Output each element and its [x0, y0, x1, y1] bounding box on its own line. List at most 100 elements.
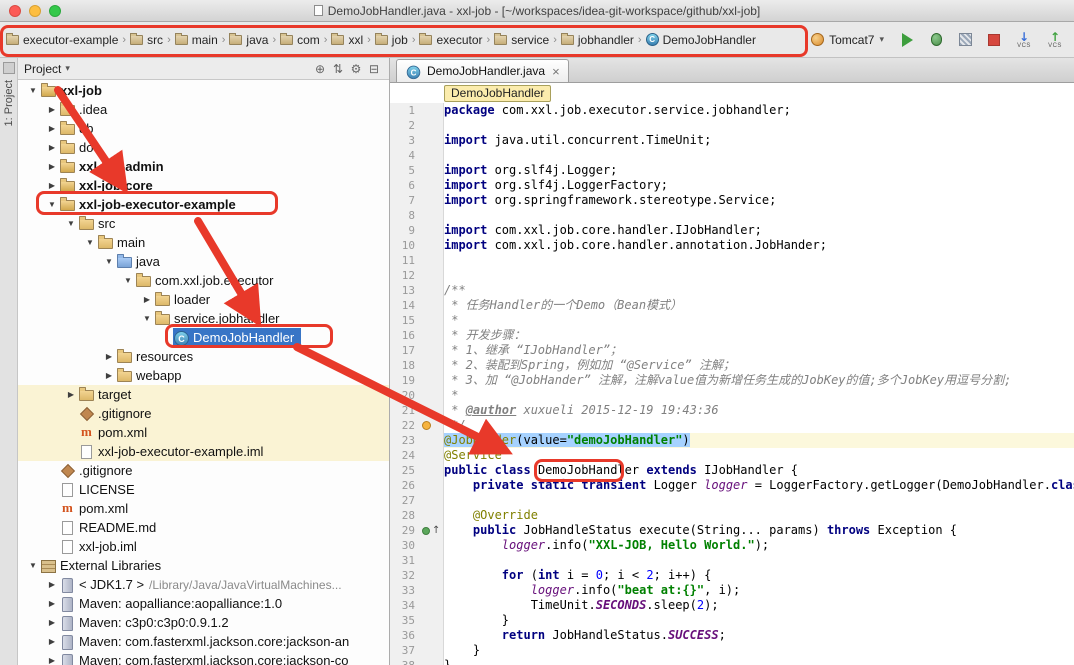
tab-demojobhandler[interactable]: DemoJobHandler.java × [396, 59, 569, 82]
line-number[interactable]: 6 [390, 178, 420, 193]
expand-arrow-icon[interactable]: ▶ [45, 618, 59, 627]
override-arrow-icon[interactable]: ↑ [432, 523, 440, 538]
code-text[interactable]: import org.slf4j.LoggerFactory; [444, 178, 1074, 193]
code-text[interactable] [444, 118, 1074, 133]
tree-item[interactable]: xxl-job.iml [18, 537, 389, 556]
breadcrumb-item[interactable]: main [173, 31, 220, 49]
expand-arrow-icon[interactable]: ▶ [45, 580, 59, 589]
line-number[interactable]: 17 [390, 343, 420, 358]
tree-item[interactable]: .gitignore [18, 404, 389, 423]
tree-item[interactable]: ▶Maven: com.fasterxml.jackson.core:jacks… [18, 651, 389, 665]
expand-arrow-icon[interactable]: ▶ [45, 105, 59, 114]
tree-item[interactable]: xxl-job-executor-example.iml [18, 442, 389, 461]
breadcrumb-item[interactable]: executor-example [4, 31, 120, 49]
expand-arrow-icon[interactable]: ▼ [45, 200, 59, 209]
breadcrumb-item[interactable]: executor [417, 31, 484, 49]
breadcrumb-item[interactable]: job [373, 31, 410, 49]
expand-arrow-icon[interactable]: ▶ [45, 599, 59, 608]
line-number[interactable]: 22 [390, 418, 420, 433]
breadcrumb-item[interactable]: service [492, 31, 551, 49]
code-text[interactable]: import java.util.concurrent.TimeUnit; [444, 133, 1074, 148]
code-text[interactable] [444, 148, 1074, 163]
code-text[interactable] [444, 493, 1074, 508]
code-text[interactable]: * 开发步骤： [444, 328, 1074, 343]
breadcrumb-item[interactable]: src [128, 31, 165, 49]
code-text[interactable]: package com.xxl.job.executor.service.job… [444, 103, 1074, 118]
line-number[interactable]: 25 [390, 463, 420, 478]
project-view-dropdown[interactable]: Project ▾ [24, 62, 70, 76]
collapse-all-icon[interactable]: ⊟ [365, 62, 383, 76]
line-number[interactable]: 21 [390, 403, 420, 418]
tree-item[interactable]: pom.xml [18, 423, 389, 442]
tree-item[interactable]: ▼xxl-job-executor-example [18, 195, 389, 214]
tree-item[interactable]: ▶loader [18, 290, 389, 309]
code-text[interactable]: * 2、装配到Spring，例如加 “@Service” 注解； [444, 358, 1074, 373]
code-text[interactable]: * 1、继承 “IJobHandler”； [444, 343, 1074, 358]
tool-window-icon[interactable] [3, 62, 15, 74]
line-number[interactable]: 16 [390, 328, 420, 343]
line-number[interactable]: 37 [390, 643, 420, 658]
tree-item[interactable]: ▶xxl-job-admin [18, 157, 389, 176]
intention-bulb-icon[interactable] [422, 421, 431, 430]
tree-item[interactable]: LICENSE [18, 480, 389, 499]
line-number[interactable]: 5 [390, 163, 420, 178]
line-number[interactable]: 11 [390, 253, 420, 268]
code-text[interactable]: */ [444, 418, 1074, 433]
code-text[interactable]: public class DemoJobHandler extends IJob… [444, 463, 1074, 478]
code-text[interactable]: import org.springframework.stereotype.Se… [444, 193, 1074, 208]
override-marker-icon[interactable] [422, 527, 430, 535]
code-text[interactable]: logger.info("XXL-JOB, Hello World."); [444, 538, 1074, 553]
expand-arrow-icon[interactable]: ▼ [140, 314, 154, 323]
tree-item[interactable]: pom.xml [18, 499, 389, 518]
line-number[interactable]: 10 [390, 238, 420, 253]
code-text[interactable]: } [444, 643, 1074, 658]
line-number[interactable]: 33 [390, 583, 420, 598]
line-number[interactable]: 20 [390, 388, 420, 403]
code-text[interactable]: /** [444, 283, 1074, 298]
code-text[interactable] [444, 553, 1074, 568]
breadcrumb-item[interactable]: java [227, 31, 270, 49]
line-number[interactable]: 4 [390, 148, 420, 163]
zoom-window-button[interactable] [49, 5, 61, 17]
line-number[interactable]: 30 [390, 538, 420, 553]
tree-item[interactable]: .gitignore [18, 461, 389, 480]
line-number[interactable]: 26 [390, 478, 420, 493]
code-text[interactable]: * 任务Handler的一个Demo（Bean模式） [444, 298, 1074, 313]
code-text[interactable]: TimeUnit.SECONDS.sleep(2); [444, 598, 1074, 613]
gear-icon[interactable]: ⚙ [347, 62, 365, 76]
expand-arrow-icon[interactable]: ▼ [83, 238, 97, 247]
line-number[interactable]: 14 [390, 298, 420, 313]
vcs-update-button[interactable]: ↓ VCS [1013, 31, 1035, 49]
line-number[interactable]: 34 [390, 598, 420, 613]
code-text[interactable]: } [444, 658, 1074, 665]
expand-arrow-icon[interactable]: ▶ [102, 352, 116, 361]
expand-arrow-icon[interactable]: ▶ [140, 295, 154, 304]
expand-arrow-icon[interactable]: ▶ [45, 181, 59, 190]
expand-arrow-icon[interactable]: ▼ [64, 219, 78, 228]
line-number[interactable]: 19 [390, 373, 420, 388]
code-text[interactable]: @JobHander(value="demoJobHandler") [444, 433, 1074, 448]
code-text[interactable]: } [444, 613, 1074, 628]
tree-item[interactable]: ▼External Libraries [18, 556, 389, 575]
vcs-commit-button[interactable]: ↑ VCS [1044, 31, 1066, 49]
tree-item[interactable]: ▶resources [18, 347, 389, 366]
line-number[interactable]: 2 [390, 118, 420, 133]
expand-arrow-icon[interactable]: ▶ [45, 162, 59, 171]
line-number[interactable]: 23 [390, 433, 420, 448]
tree-item[interactable]: ▼java [18, 252, 389, 271]
breadcrumb-item[interactable]: jobhandler [559, 31, 636, 49]
line-number[interactable]: 1 [390, 103, 420, 118]
locate-icon[interactable]: ⊕ [311, 62, 329, 76]
expand-arrow-icon[interactable]: ▶ [45, 124, 59, 133]
tree-item[interactable]: ▼main [18, 233, 389, 252]
tree-item[interactable]: ▶< JDK1.7 >/Library/Java/JavaVirtualMach… [18, 575, 389, 594]
code-text[interactable]: @Override [444, 508, 1074, 523]
line-number[interactable]: 13 [390, 283, 420, 298]
tree-item[interactable]: ▶target [18, 385, 389, 404]
close-tab-icon[interactable]: × [552, 64, 560, 79]
tree-item[interactable]: ▶Maven: c3p0:c3p0:0.9.1.2 [18, 613, 389, 632]
line-number[interactable]: 35 [390, 613, 420, 628]
breadcrumb-class-chip[interactable]: DemoJobHandler [444, 85, 551, 102]
line-number[interactable]: 32 [390, 568, 420, 583]
tree-item[interactable]: ▶doc [18, 138, 389, 157]
